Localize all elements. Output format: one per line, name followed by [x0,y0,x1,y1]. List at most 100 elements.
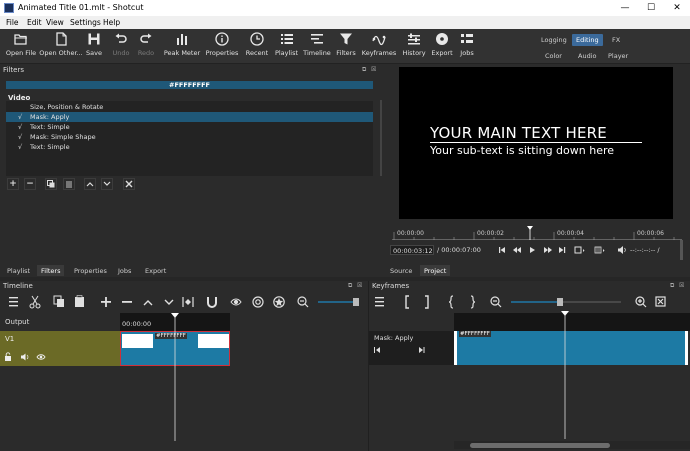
filters-list: Size, Position & Rotate √ Mask: Apply √ … [6,101,373,176]
layout-player[interactable]: Player [604,50,632,62]
maximize-button[interactable]: ☐ [638,0,664,16]
paste-filters-button[interactable] [63,178,75,190]
layout-fx[interactable]: FX [608,34,624,46]
keyframes-icon [372,35,386,46]
rewind-icon [513,247,521,253]
keyframes-scrollbar-thumb[interactable] [470,443,610,448]
redo-icon [140,33,152,43]
keyframes-title: Keyframes [372,282,410,290]
menu-view[interactable]: View [46,18,64,27]
player-scrollbar[interactable] [678,240,686,260]
history-button[interactable]: History [401,32,427,62]
keyframes-scrollbar-track[interactable] [454,441,690,449]
filter-checkbox[interactable]: √ [18,113,22,121]
tab-jobs[interactable]: Jobs [114,265,135,276]
move-filter-down-button[interactable] [101,178,113,190]
funnel-icon [340,33,352,45]
filter-color-value[interactable]: #FFFFFFFF [6,81,373,89]
remove-icon [122,301,132,303]
remove-filter-button[interactable]: − [24,178,36,190]
filters-scrollbar[interactable] [380,100,382,176]
clip-thumbnail-start [122,334,153,348]
filter-item[interactable]: √ Mask: Simple Shape [6,132,373,142]
tab-source[interactable]: Source [386,265,416,276]
keyframes-button[interactable]: Keyframes [361,32,397,62]
zoom-fit-icon [655,296,666,307]
track-name-v1: V1 [5,335,15,343]
timeline-empty-area[interactable] [120,366,368,451]
save-button[interactable]: Save [84,32,104,62]
playlist-button[interactable]: Playlist [273,32,300,62]
keyframes-float-button[interactable]: ⧉ [670,282,674,290]
current-time-field[interactable]: 00:00:03:12 [390,245,434,255]
timeline-button[interactable]: Timeline [303,32,331,62]
close-window-button[interactable]: ✕ [664,0,690,16]
append-icon [101,297,111,307]
overwrite-icon [164,299,174,305]
keyframes-playhead[interactable] [559,311,571,441]
timeline-close-button[interactable]: ☒ [357,282,362,289]
folder-open-icon [14,34,27,45]
timeline-playhead[interactable] [169,313,181,451]
tab-project[interactable]: Project [420,265,451,276]
v1-track-header[interactable]: V1 [0,331,120,366]
volume-icon[interactable] [617,245,627,255]
layout-logging[interactable]: Logging [537,34,571,46]
export-button[interactable]: Export [430,32,454,62]
filters-button[interactable]: Filters [335,32,357,62]
keyframes-track-header[interactable]: Mask: Apply [369,331,454,365]
scrub-eye-icon [230,298,242,306]
recent-button[interactable]: Recent [244,32,270,62]
timeline-header: Timeline ⧉ ☒ [0,281,368,292]
jobs-icon [461,34,473,43]
tab-filters[interactable]: Filters [37,265,65,276]
undo-button[interactable]: Undo [110,32,132,62]
layout-audio[interactable]: Audio [574,50,600,62]
minimize-button[interactable]: — [612,0,638,16]
skip-next-icon [559,247,566,253]
jobs-button[interactable]: Jobs [457,32,477,62]
menu-edit[interactable]: Edit [27,18,42,27]
filter-item-selected[interactable]: √ Mask: Apply [6,112,373,122]
open-file-button[interactable]: Open File [6,32,36,62]
redo-button[interactable]: Redo [135,32,157,62]
jobs-label: Jobs [460,49,474,57]
layout-color[interactable]: Color [541,50,566,62]
filter-item[interactable]: Size, Position & Rotate [6,102,373,112]
keyframes-ruler[interactable] [454,313,690,331]
peak-meter-button[interactable]: Peak Meter [163,32,201,62]
filter-checkbox[interactable]: √ [18,123,22,131]
layout-editing[interactable]: Editing [572,34,603,46]
menu-help[interactable]: Help [103,18,120,27]
filters-float-button[interactable]: ⧉ [362,66,366,74]
menu-file[interactable]: File [6,18,19,27]
properties-button[interactable]: Properties [205,32,239,62]
previous-keyframe-icon [448,295,454,309]
filter-item[interactable]: √ Text: Simple [6,122,373,132]
zoom-fit-icon [574,246,585,254]
filters-panel-title: Filters [3,66,24,74]
deselect-filter-button[interactable] [123,178,135,190]
move-filter-up-button[interactable] [84,178,96,190]
timeline-ruler-label: 00:00:00 [122,320,152,328]
tab-export[interactable]: Export [141,265,170,276]
filter-checkbox[interactable]: √ [18,143,22,151]
tab-playlist[interactable]: Playlist [3,265,34,276]
video-preview[interactable] [399,67,673,219]
keyframes-close-button[interactable]: ☒ [679,282,684,289]
keyframe-nav-buttons[interactable] [373,346,433,354]
filters-close-button[interactable]: ☒ [371,66,376,73]
menu-settings[interactable]: Settings [70,18,101,27]
copy-filters-button[interactable] [45,178,57,190]
playlist-icon [280,34,293,44]
filter-item[interactable]: √ Text: Simple [6,142,373,152]
keyframes-clip[interactable]: #FFFFFFFF [454,331,688,365]
set-out-icon [425,295,429,309]
filter-checkbox[interactable]: √ [18,133,22,141]
open-other-button[interactable]: Open Other... [39,32,83,62]
add-filter-button[interactable]: + [7,178,19,190]
tab-properties[interactable]: Properties [70,265,111,276]
timeline-float-button[interactable]: ⧉ [348,282,352,290]
copy-icon [47,180,55,188]
clip-thumbnail-end [198,334,229,348]
